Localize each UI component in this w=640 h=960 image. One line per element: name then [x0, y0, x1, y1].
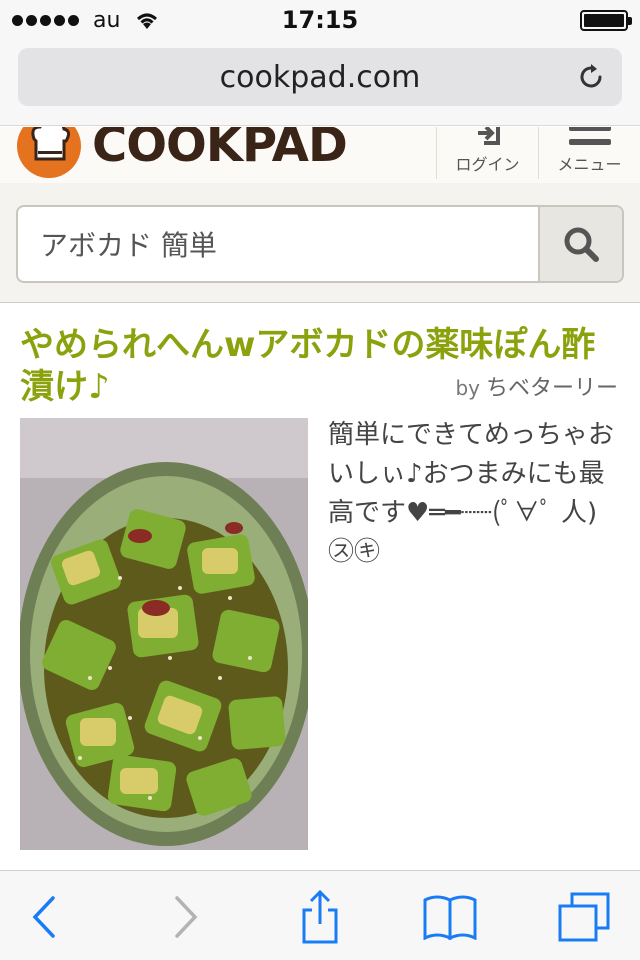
url-field[interactable]: cookpad.com [18, 48, 622, 106]
tabs-button[interactable] [556, 889, 612, 945]
hamburger-menu-icon [568, 127, 611, 145]
by-label: by [455, 376, 480, 400]
recipe-photo[interactable] [20, 418, 308, 850]
reload-icon[interactable] [576, 62, 606, 92]
recipe-description: 簡単にできてめっちゃおいしぃ♪おつまみにも最高です♥═━┈┈(ﾟ∀ﾟ 人)㋜㋖ [328, 420, 615, 567]
login-label: ログイン [455, 155, 520, 174]
search-input[interactable] [18, 207, 540, 281]
recipe-author[interactable]: by ちベターリー [455, 370, 618, 402]
login-icon [477, 127, 500, 145]
search-box [16, 205, 624, 283]
browser-toolbar [0, 870, 640, 960]
login-button[interactable]: ログイン [436, 127, 538, 179]
book-icon [423, 895, 477, 940]
search-icon [564, 227, 599, 262]
status-time: 17:15 [281, 6, 359, 34]
share-icon [302, 890, 338, 944]
menu-label: メニュー [557, 155, 622, 174]
author-name[interactable]: ちベターリー [486, 376, 618, 401]
chevron-left-icon [32, 896, 55, 938]
recipe-card[interactable]: やめられへんwアボカドの薬味ぽん酢漬け♪ by ちベターリー 簡単にできてめっち… [0, 304, 640, 870]
back-button[interactable] [16, 889, 72, 945]
bookmarks-button[interactable] [422, 889, 478, 945]
site-header: COOKPAD ログイン メニュー [0, 127, 640, 183]
forward-button[interactable] [158, 889, 214, 945]
search-area [0, 183, 640, 303]
browser-address-bar: cookpad.com [0, 40, 640, 126]
status-bar: au 17:15 [0, 0, 640, 40]
chevron-right-icon [175, 896, 198, 938]
battery-icon [580, 10, 632, 31]
menu-button[interactable]: メニュー [538, 127, 640, 179]
url-text[interactable]: cookpad.com [18, 60, 622, 95]
tabs-icon [558, 892, 610, 942]
cookpad-chef-logo[interactable] [16, 127, 82, 179]
share-button[interactable] [292, 889, 348, 945]
cookpad-logo-text[interactable]: COOKPAD [92, 127, 348, 173]
search-button[interactable] [538, 207, 622, 281]
